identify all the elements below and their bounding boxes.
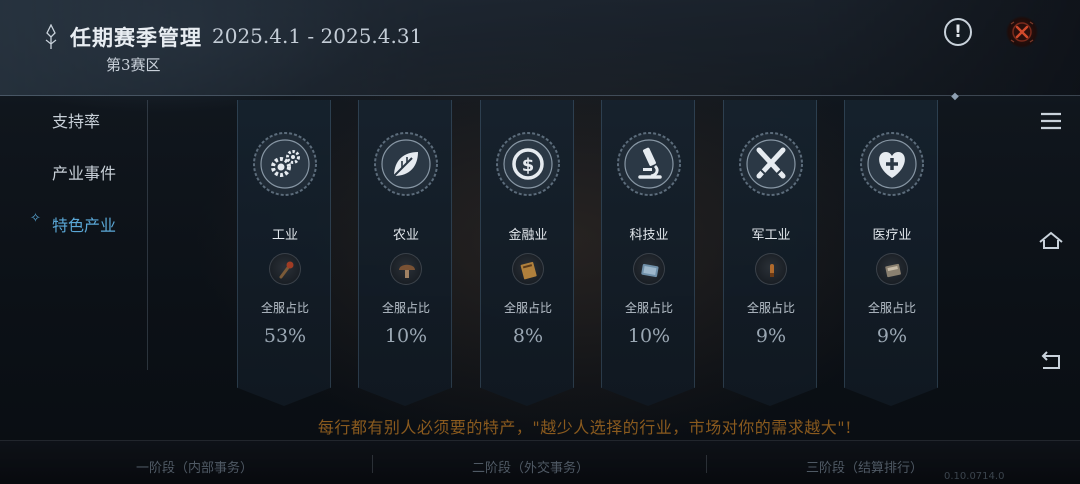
industry-card-agriculture[interactable]: 农业 全服占比 10% — [358, 100, 452, 406]
share-value: 8% — [512, 325, 544, 347]
stage-divider — [372, 455, 373, 473]
coin-icon: $ — [496, 132, 560, 196]
torch-icon — [269, 253, 301, 285]
stage-bar: 一阶段（内部事务） 二阶段（外交事务） 三阶段（结算排行） 0.10.0714.… — [0, 440, 1080, 484]
info-button[interactable]: ! — [944, 18, 972, 46]
industry-name: 金融业 — [508, 228, 548, 243]
share-label: 全服占比 — [503, 301, 552, 315]
share-label: 全服占比 — [624, 301, 673, 315]
share-value: 10% — [627, 325, 671, 347]
stage-2-tab[interactable]: 二阶段（外交事务） — [472, 457, 589, 476]
gears-icon — [253, 132, 317, 196]
mushroom-icon — [390, 253, 422, 285]
share-value: 10% — [384, 325, 428, 347]
sidebar: 支持率 产业事件 特色产业 — [0, 96, 150, 396]
industry-name: 科技业 — [629, 228, 669, 243]
industry-card-technology[interactable]: 科技业 全服占比 10% — [601, 100, 695, 406]
active-marker-icon: ✧ — [30, 211, 41, 226]
back-icon[interactable] — [1038, 348, 1064, 374]
server-region: 第3赛区 — [106, 56, 161, 74]
sidebar-item-industry-events[interactable]: 产业事件 — [52, 160, 116, 184]
system-nav — [1030, 96, 1080, 396]
stage-3-tab[interactable]: 三阶段（结算排行） — [806, 457, 923, 476]
microscope-icon — [617, 132, 681, 196]
share-label: 全服占比 — [867, 301, 916, 315]
sidebar-divider — [147, 100, 148, 370]
medical-heart-icon — [860, 132, 924, 196]
industry-name: 军工业 — [751, 228, 791, 243]
leaf-icon — [374, 132, 438, 196]
version-text: 0.10.0714.0 — [944, 471, 1005, 482]
share-label: 全服占比 — [746, 301, 795, 315]
industry-name: 医疗业 — [872, 228, 912, 243]
close-icon — [1010, 21, 1034, 43]
stage-1-tab[interactable]: 一阶段（内部事务） — [136, 457, 253, 476]
industry-name: 工业 — [271, 228, 298, 243]
ledger-icon — [512, 253, 544, 285]
title-emblem-icon — [45, 24, 57, 49]
industry-card-industry[interactable]: 工业 全服占比 53% — [237, 100, 331, 406]
menu-icon[interactable] — [1038, 108, 1064, 134]
crossed-swords-icon — [739, 132, 803, 196]
industry-card-military[interactable]: 军工业 全服占比 9% — [723, 100, 817, 406]
industry-tip: 每行都有别人必须要的特产，"越少人选择的行业，市场对你的需求越大"! — [317, 418, 853, 437]
share-value: 53% — [263, 325, 307, 347]
header-ornament-icon: ◆ — [951, 91, 959, 102]
home-icon[interactable] — [1038, 228, 1064, 254]
sidebar-item-featured-industry[interactable]: 特色产业 — [52, 212, 116, 236]
close-button[interactable] — [1006, 16, 1038, 48]
stage-divider — [706, 455, 707, 473]
season-dates: 2025.4.1 - 2025.4.31 — [212, 24, 423, 48]
industry-card-medical[interactable]: 医疗业 全服占比 9% — [844, 100, 938, 406]
share-label: 全服占比 — [260, 301, 309, 315]
medkit-icon — [876, 253, 908, 285]
industry-card-finance[interactable]: $ 金融业 全服占比 8% — [480, 100, 574, 406]
share-value: 9% — [755, 325, 787, 347]
tablet-icon — [633, 253, 665, 285]
industry-name: 农业 — [392, 228, 419, 243]
share-value: 9% — [876, 325, 908, 347]
share-label: 全服占比 — [381, 301, 430, 315]
page-title: 任期赛季管理 — [70, 25, 202, 50]
svg-text:$: $ — [522, 155, 535, 176]
sidebar-item-support-rate[interactable]: 支持率 — [52, 108, 100, 132]
bullet-icon — [755, 253, 787, 285]
